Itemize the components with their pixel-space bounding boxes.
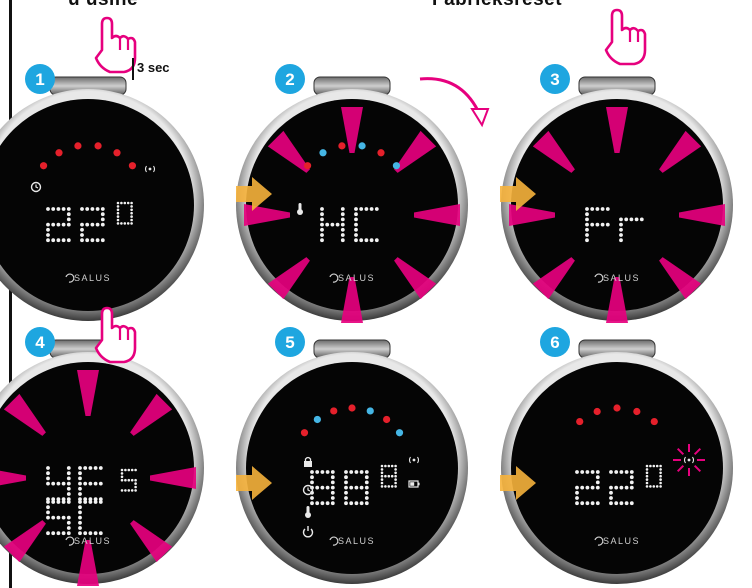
thermostat-step-4: SALUS bbox=[0, 339, 204, 586]
status-led bbox=[576, 417, 584, 426]
status-led bbox=[128, 162, 137, 170]
status-led bbox=[303, 162, 312, 170]
step-number: 5 bbox=[285, 333, 294, 352]
hold-duration-label: 3 sec bbox=[137, 60, 170, 75]
status-led bbox=[395, 429, 404, 437]
status-led bbox=[330, 407, 338, 415]
status-led bbox=[392, 162, 401, 170]
brand-logo: SALUS bbox=[74, 536, 111, 546]
step-number: 3 bbox=[550, 70, 559, 89]
step-number: 4 bbox=[35, 333, 45, 352]
thermostat-step-1: SALUS bbox=[0, 76, 204, 321]
step-badge-5: 5 bbox=[275, 327, 305, 357]
brand-logo: SALUS bbox=[603, 273, 640, 283]
status-led bbox=[319, 149, 327, 157]
status-led bbox=[113, 149, 121, 157]
step-badge-6: 6 bbox=[540, 327, 570, 357]
touch-hand-icon bbox=[94, 16, 137, 74]
status-led bbox=[613, 404, 621, 412]
thermostat-step-2: SALUS bbox=[236, 76, 468, 323]
step-number: 2 bbox=[285, 70, 294, 89]
reset-procedure-diagram: SALUS 1 SALUS 2 SALUS 3 SALUS 4 SALUS 5 SALUS 6 3 se… bbox=[0, 8, 733, 586]
thermostat-step-5: SALUS bbox=[236, 339, 468, 584]
status-led bbox=[300, 429, 309, 437]
rotate-arrow bbox=[419, 77, 490, 128]
status-led bbox=[55, 149, 63, 157]
step-badge-2: 2 bbox=[275, 64, 305, 94]
thermostat-step-6: SALUS bbox=[501, 339, 733, 584]
brand-logo: SALUS bbox=[603, 536, 640, 546]
status-led bbox=[383, 415, 391, 424]
status-led bbox=[348, 404, 356, 412]
status-led bbox=[39, 162, 48, 170]
status-led bbox=[650, 417, 658, 426]
status-led bbox=[74, 142, 82, 150]
status-led bbox=[358, 142, 366, 150]
brand-logo: SALUS bbox=[74, 273, 111, 283]
brand-logo: SALUS bbox=[338, 273, 375, 283]
status-led bbox=[377, 149, 385, 157]
thermostat-step-3: SALUS bbox=[501, 76, 733, 323]
step-number: 6 bbox=[550, 333, 559, 352]
status-led bbox=[313, 415, 321, 424]
status-led bbox=[366, 407, 374, 415]
brand-logo: SALUS bbox=[338, 536, 375, 546]
step-badge-4: 4 bbox=[25, 327, 55, 357]
step-badge-3: 3 bbox=[540, 64, 570, 94]
status-led bbox=[338, 142, 346, 150]
step-badge-1: 1 bbox=[25, 64, 55, 94]
status-led bbox=[633, 407, 641, 416]
status-led bbox=[94, 142, 102, 150]
status-led bbox=[593, 407, 601, 416]
touch-hand-icon bbox=[604, 8, 647, 66]
step-number: 1 bbox=[35, 70, 44, 89]
